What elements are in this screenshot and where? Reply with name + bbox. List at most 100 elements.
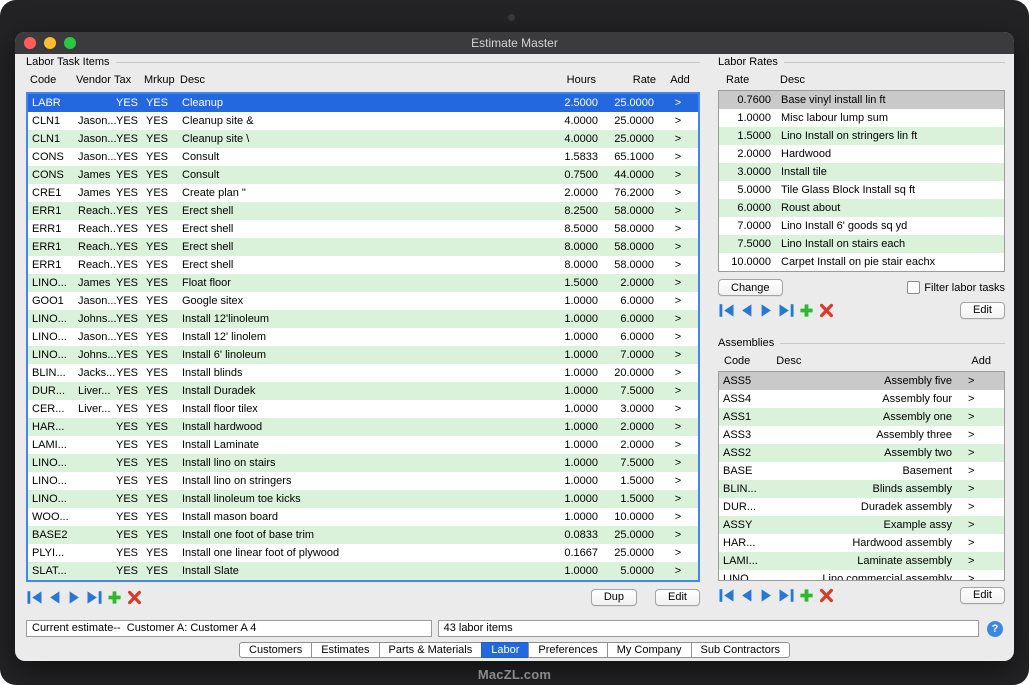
assembly-row[interactable]: LAMI...Laminate assembly> xyxy=(719,552,1004,570)
labor-task-row[interactable]: LINO...YESYESInstall linoleum toe kicks1… xyxy=(28,490,698,508)
last-record-icon[interactable] xyxy=(778,303,795,318)
labor-task-add-button[interactable]: > xyxy=(658,508,698,526)
labor-task-row[interactable]: CER...Liver...YESYESInstall floor tilex1… xyxy=(28,400,698,418)
labor-task-add-button[interactable]: > xyxy=(658,148,698,166)
labor-task-add-button[interactable]: > xyxy=(658,292,698,310)
close-button[interactable] xyxy=(24,37,36,49)
dup-button[interactable]: Dup xyxy=(591,589,637,606)
labor-task-row[interactable]: CONSJamesYESYESConsult0.750044.0000> xyxy=(28,166,698,184)
labor-task-row[interactable]: ERR1Reach...YESYESErect shell8.250058.00… xyxy=(28,202,698,220)
first-record-icon[interactable] xyxy=(718,303,735,318)
labor-task-row[interactable]: HAR...YESYESInstall hardwood1.00002.0000… xyxy=(28,418,698,436)
labor-task-add-button[interactable]: > xyxy=(658,310,698,328)
labor-task-row[interactable]: LINO...JamesYESYESFloat floor1.50002.000… xyxy=(28,274,698,292)
assembly-row[interactable]: ASS1Assembly one> xyxy=(719,408,1004,426)
labor-task-row[interactable]: SLAT...YESYESInstall Slate1.00005.0000> xyxy=(28,562,698,580)
next-record-icon[interactable] xyxy=(66,590,83,605)
labor-task-add-button[interactable]: > xyxy=(658,112,698,130)
labor-task-row[interactable]: CLN1Jason...YESYESCleanup site &4.000025… xyxy=(28,112,698,130)
labor-task-row[interactable]: GOO1Jason...YESYESGoogle sitex1.00006.00… xyxy=(28,292,698,310)
labor-task-add-button[interactable]: > xyxy=(658,382,698,400)
first-record-icon[interactable] xyxy=(26,590,43,605)
labor-task-row[interactable]: BLIN...Jacks...YESYESInstall blinds1.000… xyxy=(28,364,698,382)
assembly-row[interactable]: ASS4Assembly four> xyxy=(719,390,1004,408)
assembly-row[interactable]: ASS2Assembly two> xyxy=(719,444,1004,462)
labor-task-add-button[interactable]: > xyxy=(658,436,698,454)
zoom-button[interactable] xyxy=(64,37,76,49)
add-record-icon[interactable] xyxy=(798,588,815,603)
labor-rates-edit-button[interactable]: Edit xyxy=(960,302,1005,319)
delete-record-icon[interactable] xyxy=(818,588,835,603)
labor-task-row[interactable]: LABRYESYESCleanup2.500025.0000> xyxy=(28,94,698,112)
assembly-add-button[interactable]: > xyxy=(952,408,1004,426)
labor-task-row[interactable]: LINO...Jason...YESYESInstall 12' linolem… xyxy=(28,328,698,346)
assembly-add-button[interactable]: > xyxy=(952,552,1004,570)
tab-preferences[interactable]: Preferences xyxy=(528,642,607,658)
assembly-add-button[interactable]: > xyxy=(952,426,1004,444)
labor-rate-row[interactable]: 1.0000Misc labour lump sum xyxy=(719,109,1004,127)
labor-task-row[interactable]: BASE2YESYESInstall one foot of base trim… xyxy=(28,526,698,544)
labor-task-add-button[interactable]: > xyxy=(658,400,698,418)
labor-task-add-button[interactable]: > xyxy=(658,184,698,202)
current-estimate-field[interactable]: Current estimate-- Customer A: Customer … xyxy=(26,620,432,637)
labor-task-row[interactable]: CONSJason...YESYESConsult1.583365.1000> xyxy=(28,148,698,166)
assembly-row[interactable]: ASS3Assembly three> xyxy=(719,426,1004,444)
labor-task-row[interactable]: ERR1Reach...YESYESErect shell8.500058.00… xyxy=(28,220,698,238)
labor-task-row[interactable]: WOO...YESYESInstall mason board1.000010.… xyxy=(28,508,698,526)
labor-task-add-button[interactable]: > xyxy=(658,238,698,256)
assembly-add-button[interactable]: > xyxy=(952,570,1004,581)
help-button[interactable]: ? xyxy=(987,621,1003,637)
labor-rate-row[interactable]: 6.0000Roust about xyxy=(719,199,1004,217)
labor-item-count-field[interactable]: 43 labor items xyxy=(438,620,979,637)
labor-task-row[interactable]: ERR1Reach...YESYESErect shell8.000058.00… xyxy=(28,238,698,256)
labor-rate-row[interactable]: 7.5000Lino Install on stairs each xyxy=(719,235,1004,253)
labor-rate-row[interactable]: 7.0000Lino Install 6' goods sq yd xyxy=(719,217,1004,235)
add-record-icon[interactable] xyxy=(798,303,815,318)
labor-task-add-button[interactable]: > xyxy=(658,544,698,562)
labor-task-add-button[interactable]: > xyxy=(658,490,698,508)
tab-customers[interactable]: Customers xyxy=(239,642,312,658)
labor-rate-row[interactable]: 5.0000Tile Glass Block Install sq ft xyxy=(719,181,1004,199)
minimize-button[interactable] xyxy=(44,37,56,49)
first-record-icon[interactable] xyxy=(718,588,735,603)
delete-record-icon[interactable] xyxy=(126,590,143,605)
assembly-add-button[interactable]: > xyxy=(952,444,1004,462)
labor-rate-row[interactable]: 1.5000Lino Install on stringers lin ft xyxy=(719,127,1004,145)
assembly-add-button[interactable]: > xyxy=(952,498,1004,516)
labor-task-add-button[interactable]: > xyxy=(658,364,698,382)
labor-task-row[interactable]: LINO...YESYESInstall lino on stairs1.000… xyxy=(28,454,698,472)
tab-my-company[interactable]: My Company xyxy=(607,642,692,658)
labor-task-add-button[interactable]: > xyxy=(658,94,698,112)
labor-tasks-edit-button[interactable]: Edit xyxy=(655,589,700,606)
assembly-row[interactable]: BLIN...Blinds assembly> xyxy=(719,480,1004,498)
labor-task-add-button[interactable]: > xyxy=(658,472,698,490)
labor-task-row[interactable]: LINO...Johns...YESYESInstall 12'linoleum… xyxy=(28,310,698,328)
assemblies-edit-button[interactable]: Edit xyxy=(960,587,1005,604)
delete-record-icon[interactable] xyxy=(818,303,835,318)
labor-task-add-button[interactable]: > xyxy=(658,454,698,472)
labor-rate-row[interactable]: 0.7600Base vinyl install lin ft xyxy=(719,91,1004,109)
previous-record-icon[interactable] xyxy=(738,303,755,318)
assembly-row[interactable]: HAR...Hardwood assembly> xyxy=(719,534,1004,552)
labor-task-row[interactable]: LAMI...YESYESInstall Laminate1.00002.000… xyxy=(28,436,698,454)
next-record-icon[interactable] xyxy=(758,303,775,318)
labor-task-add-button[interactable]: > xyxy=(658,346,698,364)
labor-task-add-button[interactable]: > xyxy=(658,418,698,436)
assembly-add-button[interactable]: > xyxy=(952,480,1004,498)
window-titlebar[interactable]: Estimate Master xyxy=(15,32,1014,54)
tab-estimates[interactable]: Estimates xyxy=(311,642,379,658)
labor-rate-row[interactable]: 10.0000Carpet Install on pie stair eachx xyxy=(719,253,1004,271)
assembly-row[interactable]: ASS5Assembly five> xyxy=(719,372,1004,390)
last-record-icon[interactable] xyxy=(778,588,795,603)
labor-task-row[interactable]: DUR...Liver...YESYESInstall Duradek1.000… xyxy=(28,382,698,400)
change-button[interactable]: Change xyxy=(718,279,783,296)
tab-labor[interactable]: Labor xyxy=(481,642,529,658)
tab-sub-contractors[interactable]: Sub Contractors xyxy=(691,642,790,658)
labor-task-add-button[interactable]: > xyxy=(658,328,698,346)
assembly-add-button[interactable]: > xyxy=(952,462,1004,480)
assembly-row[interactable]: DUR...Duradek assembly> xyxy=(719,498,1004,516)
labor-task-row[interactable]: LINO...YESYESInstall lino on stringers1.… xyxy=(28,472,698,490)
labor-task-row[interactable]: PLYI...YESYESInstall one linear foot of … xyxy=(28,544,698,562)
next-record-icon[interactable] xyxy=(758,588,775,603)
labor-task-add-button[interactable]: > xyxy=(658,562,698,580)
